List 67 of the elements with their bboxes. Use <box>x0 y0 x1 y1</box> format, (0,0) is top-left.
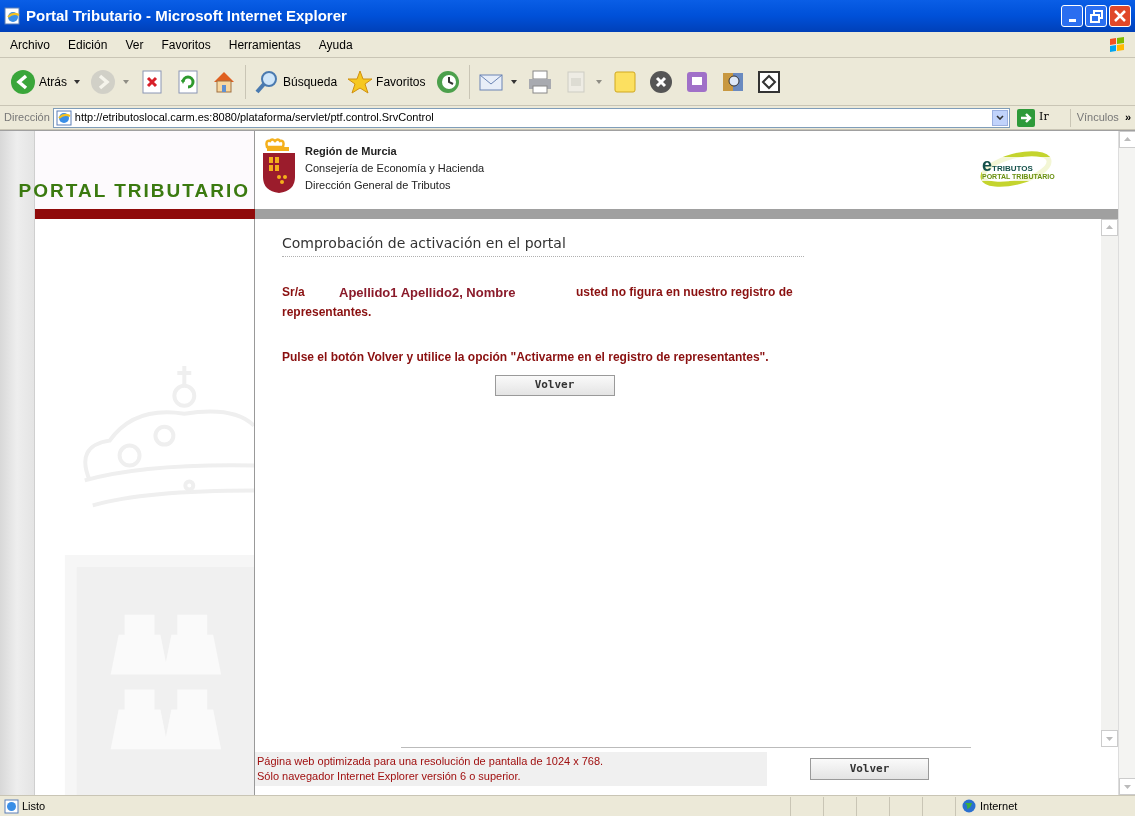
crown-shield-icon <box>261 137 297 195</box>
organization-name: Región de Murcia <box>305 144 398 159</box>
clock-icon <box>435 68 462 95</box>
address-label: Dirección <box>4 110 50 126</box>
portal-title: PORTAL TRIBUTARIO <box>18 178 250 203</box>
menu-item[interactable]: Favoritos <box>159 35 213 54</box>
salutation-text: Sr/a <box>282 284 306 301</box>
caret-icon <box>74 79 80 84</box>
links-button[interactable]: Vínculos <box>1076 109 1119 126</box>
caret-icon <box>596 79 603 84</box>
document-icon <box>4 7 22 25</box>
chevron-down-icon <box>996 115 1005 120</box>
menu-item[interactable]: Edición <box>66 35 110 54</box>
arrow-right-icon <box>1017 108 1036 127</box>
star-icon <box>347 68 374 95</box>
x-circle-icon <box>648 68 675 95</box>
minimize-icon <box>1068 19 1076 22</box>
printer-icon <box>527 68 554 95</box>
message-text: representantes. <box>282 303 373 321</box>
logo-name: TRIBUTOS <box>992 164 1033 173</box>
menu-item[interactable]: Herramientas <box>226 35 303 54</box>
menu-item[interactable]: Ayuda <box>316 35 355 54</box>
dropdown-button[interactable] <box>992 109 1009 126</box>
scroll-down-icon[interactable] <box>1101 730 1118 747</box>
minimize-button[interactable] <box>1061 5 1083 27</box>
footer-note: Sólo navegador Internet Explorer versión 6 o superior. <box>257 769 522 784</box>
frame-icon <box>756 68 783 95</box>
department-name: Dirección General de Tributos <box>305 178 452 193</box>
page-icon <box>55 109 72 126</box>
status-text: Listo <box>22 798 47 814</box>
scrollbar[interactable] <box>1101 219 1118 747</box>
menu-item[interactable]: Archivo <box>8 35 52 54</box>
instruction-text: Pulse el botón Volver y utilice la opción "Activarme en el registro de representantes". <box>282 348 770 366</box>
scroll-up-icon[interactable] <box>1101 219 1118 236</box>
window-title: Portal Tributario - Microsoft Internet Explorer <box>26 5 348 26</box>
page-heading: Comprobación de activación en el portal <box>282 235 566 251</box>
refresh-icon <box>175 68 201 95</box>
scroll-up-icon[interactable] <box>1119 131 1135 148</box>
stop-icon <box>139 68 165 95</box>
restore-icon <box>1089 9 1103 23</box>
restore-button[interactable] <box>1085 5 1107 27</box>
more-button[interactable]: » <box>1124 109 1131 126</box>
caret-icon <box>511 79 518 84</box>
back-button[interactable]: Volver <box>494 374 615 396</box>
search-icon <box>254 68 280 95</box>
globe-icon <box>962 799 976 813</box>
department-name: Consejería de Economía y Hacienda <box>305 161 486 176</box>
message-text: usted no figura en nuestro registro de <box>576 284 793 301</box>
footer-note: Página web optimizada para una resolución de pantalla de 1024 x 768. <box>257 754 605 769</box>
favorites-button[interactable]: Favoritos <box>345 62 428 101</box>
scroll-down-icon[interactable] <box>1119 778 1135 795</box>
menu-item[interactable]: Ver <box>123 35 146 54</box>
caret-icon <box>123 79 129 84</box>
close-icon <box>1114 10 1126 22</box>
back-button[interactable]: Volver <box>810 758 929 780</box>
address-field[interactable]: http://etributoslocal.carm.es:8080/plataforma/servlet/ptf.control.SrvControl <box>52 107 1011 128</box>
windows-logo-icon <box>1107 34 1127 55</box>
person-name: Apellido1 Apellido2, Nombre <box>339 284 517 302</box>
zone-text: Internet <box>980 798 1018 814</box>
back-button[interactable]: Atrás <box>8 62 82 101</box>
page-icon <box>4 798 19 814</box>
close-button[interactable] <box>1109 5 1131 27</box>
search-button[interactable]: Búsqueda <box>252 62 340 101</box>
note-icon <box>612 68 639 95</box>
go-button[interactable]: Ir <box>1013 108 1053 127</box>
logo-mark: e <box>982 157 992 173</box>
scrollbar[interactable] <box>1118 131 1135 795</box>
